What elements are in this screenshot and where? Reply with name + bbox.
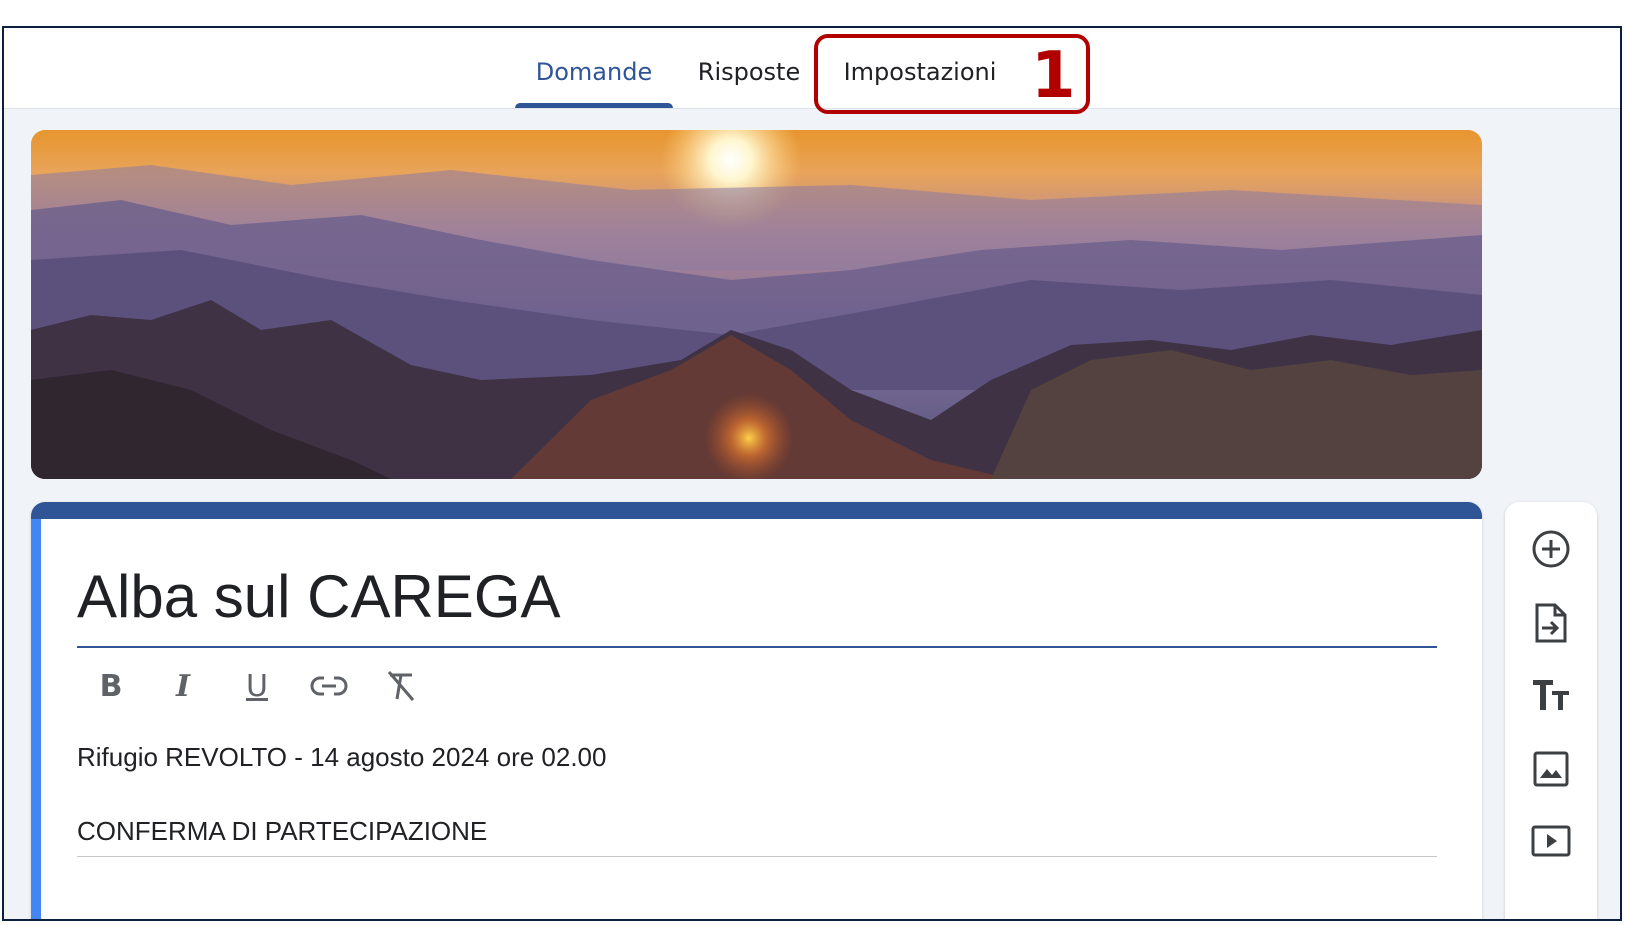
add-image-icon[interactable] <box>1528 746 1574 792</box>
card-focus-indicator <box>31 519 41 919</box>
clear-format-icon[interactable] <box>379 664 423 708</box>
card-accent-bar <box>31 502 1482 519</box>
header-image <box>31 130 1482 479</box>
form-description-line[interactable]: CONFERMA DI PARTECIPAZIONE <box>77 816 487 847</box>
add-title-icon[interactable] <box>1528 672 1574 718</box>
sunrise-mountains-image <box>31 130 1482 479</box>
tab-label: Domande <box>535 58 653 86</box>
tab-risposte[interactable]: Risposte <box>690 28 808 108</box>
add-video-icon[interactable] <box>1528 818 1574 864</box>
add-question-icon[interactable] <box>1528 526 1574 572</box>
link-glyph <box>310 676 348 696</box>
title-input-underline <box>77 646 1437 648</box>
tab-domande[interactable]: Domande <box>515 28 673 108</box>
description-underline <box>77 856 1437 857</box>
italic-icon[interactable]: I <box>161 664 205 708</box>
side-toolbar <box>1505 502 1597 919</box>
tab-bar: Domande Risposte Impostazioni <box>4 28 1620 109</box>
import-questions-icon[interactable] <box>1528 600 1574 646</box>
underline-icon[interactable]: U <box>235 664 279 708</box>
active-tab-indicator <box>515 103 673 108</box>
form-title-input[interactable]: Alba sul CAREGA <box>77 562 561 631</box>
tab-label: Risposte <box>697 58 801 86</box>
form-header-card: Alba sul CAREGA B I U Rifugio REVOLTO - … <box>31 502 1482 919</box>
clear-format-glyph <box>387 671 415 701</box>
annotation-number: 1 <box>1031 39 1076 113</box>
form-description-line[interactable]: Rifugio REVOLTO - 14 agosto 2024 ore 02.… <box>77 742 606 773</box>
app-window: Domande Risposte Impostazioni 1 Alba sul… <box>2 26 1622 921</box>
link-icon[interactable] <box>307 664 351 708</box>
bold-icon[interactable]: B <box>89 664 133 708</box>
